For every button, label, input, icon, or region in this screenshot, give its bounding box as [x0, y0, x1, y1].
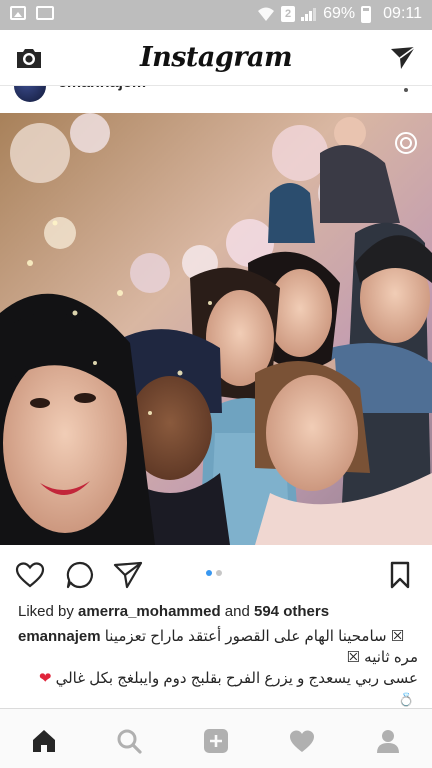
carousel-indicator-icon: [395, 132, 417, 154]
profile-icon[interactable]: [374, 727, 402, 755]
app-title: Instagram: [139, 42, 293, 73]
liked-by-user[interactable]: amerra_mohammed: [78, 603, 221, 620]
caption-line-2: مره ثانيه: [364, 649, 418, 666]
status-bar: 2 69% 09:11: [0, 0, 432, 30]
carousel-dot-2: [216, 570, 222, 576]
previous-post-username[interactable]: emannajem: [58, 86, 146, 92]
activity-heart-icon[interactable]: [288, 727, 316, 755]
likes-line: Liked by amerra_mohammed and 594 others: [18, 603, 329, 620]
unsupported-emoji-glyph: ☒: [346, 649, 360, 666]
share-icon[interactable]: [112, 559, 144, 591]
previous-post-header: emannajem: [0, 86, 432, 108]
heart-emoji: ❤: [38, 670, 52, 687]
heart-icon[interactable]: [14, 559, 46, 591]
caption-line-1: سامحينا الهام على القصور أعتقد ماراح تعز…: [104, 628, 387, 645]
caption-line-3-wrap: عسى ربي يسعدج و يزرع الفرح بقلبج دوم واي…: [14, 669, 418, 687]
caption: emannajem سامحينا الهام على القصور أعتقد…: [18, 626, 418, 648]
carousel-dot-1: [206, 570, 212, 576]
bookmark-icon[interactable]: [384, 559, 416, 591]
sim-icon: 2: [281, 6, 296, 22]
signal-icon: [301, 8, 317, 21]
bottom-navigation: [0, 708, 432, 768]
caption-line-2-wrap: مره ثانيه ☒: [347, 648, 418, 666]
clock: 09:11: [383, 5, 422, 22]
app-bar: Instagram: [0, 30, 432, 86]
caption-username[interactable]: emannajem: [18, 628, 101, 645]
add-icon[interactable]: [202, 727, 230, 755]
post-actions: [0, 555, 432, 595]
carousel-dots: [206, 570, 222, 576]
comment-icon[interactable]: [64, 559, 96, 591]
unsupported-emoji-glyph: ☒: [390, 628, 405, 645]
battery-icon: [361, 5, 372, 23]
home-icon[interactable]: [30, 727, 58, 755]
likes-prefix: Liked by: [18, 603, 74, 620]
image-notification-icon: [10, 6, 26, 20]
post-photo[interactable]: [0, 113, 432, 545]
ring-emoji: 💍: [398, 692, 415, 707]
likes-and: and: [224, 603, 250, 620]
search-icon[interactable]: [115, 727, 143, 755]
wifi-icon: [258, 7, 275, 21]
likes-count[interactable]: 594 others: [254, 603, 329, 620]
battery-percent: 69%: [323, 5, 356, 22]
direct-message-icon[interactable]: [388, 43, 418, 73]
gallery-notification-icon: [36, 6, 54, 20]
group-selfie-image: [0, 113, 432, 545]
avatar[interactable]: [14, 86, 46, 102]
caption-line-3: عسى ربي يسعدج و يزرع الفرح بقلبج دوم واي…: [55, 670, 418, 687]
more-options-icon[interactable]: [404, 88, 408, 92]
